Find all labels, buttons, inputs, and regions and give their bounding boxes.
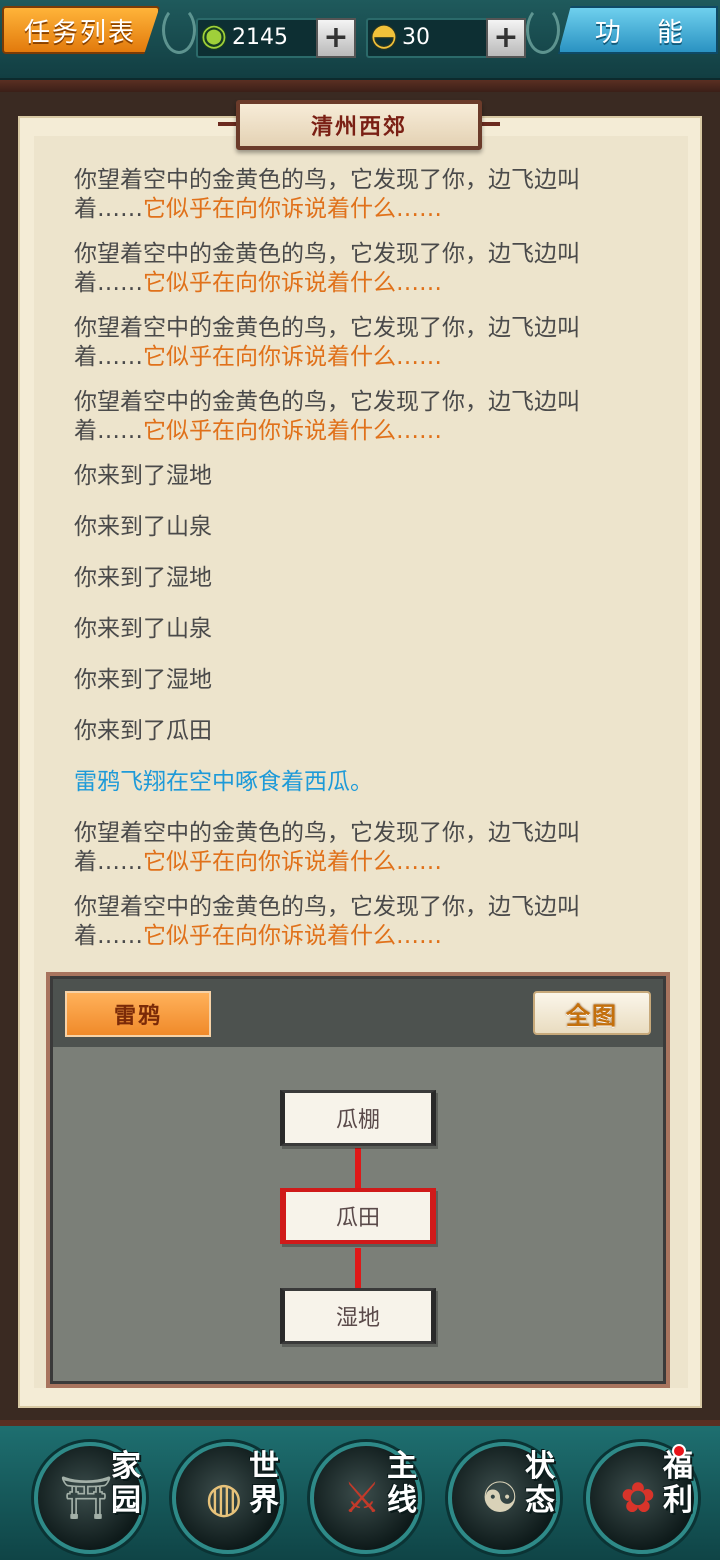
ornament-swirl-icon: [526, 6, 560, 54]
map-node-gua-tian-current[interactable]: 瓜田: [280, 1188, 436, 1244]
mini-map: 雷鸦 全图 瓜棚 瓜田 湿地: [46, 972, 670, 1388]
nav-world-label: 世界: [249, 1449, 279, 1518]
task-list-button[interactable]: 任务列表: [2, 6, 160, 54]
ornament-swirl-icon: [162, 6, 196, 54]
npc-thunder-crow-button[interactable]: 雷鸦: [65, 991, 211, 1037]
log-entry: 你望着空中的金黄色的鸟，它发现了你，边飞边叫着……它似乎在向你诉说着什么……: [74, 389, 580, 444]
log-highlight: 它似乎在向你诉说着什么……: [143, 849, 442, 875]
bottom-nav: ⛩ 家园 ◍ 世界 ⚔ 主线 ☯ 状态 ✿ 福利: [0, 1420, 720, 1560]
log-entry: 你来到了瓜田: [74, 718, 212, 744]
nav-main-quest-label: 主线: [387, 1449, 417, 1518]
nav-world-button[interactable]: ◍ 世界: [172, 1442, 284, 1554]
gold-ingot-value: 30: [402, 25, 430, 50]
location-title: 清州西郊: [310, 115, 407, 140]
log-entry: 你来到了湿地: [74, 565, 212, 591]
log-entry: 你来到了湿地: [74, 667, 212, 693]
location-title-plaque: 清州西郊: [236, 100, 482, 150]
add-jade-coin-button[interactable]: +: [316, 18, 356, 58]
log-entry: 你望着空中的金黄色的鸟，它发现了你，边飞边叫着……它似乎在向你诉说着什么……: [74, 241, 580, 296]
map-node-shi-di[interactable]: 湿地: [280, 1288, 436, 1344]
log-highlight: 它似乎在向你诉说着什么……: [143, 418, 442, 444]
map-path-link: [355, 1148, 361, 1188]
nav-welfare-label: 福利: [663, 1449, 693, 1518]
jade-coin-icon: ◉: [200, 18, 228, 53]
log-entry: 你来到了山泉: [74, 514, 212, 540]
log-entry: 你望着空中的金黄色的鸟，它发现了你，边飞边叫着……它似乎在向你诉说着什么……: [74, 315, 580, 370]
nav-status-label: 状态: [525, 1449, 555, 1518]
log-entry: 你来到了山泉: [74, 616, 212, 642]
log-entry: 你望着空中的金黄色的鸟，它发现了你，边飞边叫着……它似乎在向你诉说着什么……: [74, 167, 580, 222]
nav-welfare-button[interactable]: ✿ 福利: [586, 1442, 698, 1554]
map-node-gua-peng[interactable]: 瓜棚: [280, 1090, 436, 1146]
nav-home-button[interactable]: ⛩ 家园: [34, 1442, 146, 1554]
function-button[interactable]: 功 能: [558, 6, 718, 54]
gold-ingot-icon: ◓: [370, 18, 398, 53]
map-header: 雷鸦 全图: [53, 979, 663, 1047]
log-entry: 你望着空中的金黄色的鸟，它发现了你，边飞边叫着……它似乎在向你诉说着什么……: [74, 894, 580, 949]
log-entry-event: 雷鸦飞翔在空中啄食着西瓜。: [74, 769, 373, 795]
log-highlight: 它似乎在向你诉说着什么……: [143, 196, 442, 222]
function-label: 功 能: [594, 17, 698, 48]
notification-badge: [672, 1444, 686, 1458]
map-path-link: [355, 1248, 361, 1288]
nav-main-quest-button[interactable]: ⚔ 主线: [310, 1442, 422, 1554]
jade-coin-counter: ◉ 2145 +: [196, 18, 356, 58]
jade-coin-value: 2145: [232, 25, 288, 50]
top-bar: 任务列表 ◉ 2145 + ◓ 30 + 功 能: [0, 0, 720, 92]
log-entry: 你来到了湿地: [74, 463, 212, 489]
nav-home-label: 家园: [111, 1449, 141, 1518]
log-highlight: 它似乎在向你诉说着什么……: [143, 270, 442, 296]
gold-ingot-counter: ◓ 30 +: [366, 18, 526, 58]
log-entry: 你望着空中的金黄色的鸟，它发现了你，边飞边叫着……它似乎在向你诉说着什么……: [74, 820, 580, 875]
add-gold-ingot-button[interactable]: +: [486, 18, 526, 58]
task-list-label: 任务列表: [24, 17, 137, 48]
event-log[interactable]: 你望着空中的金黄色的鸟，它发现了你，边飞边叫着……它似乎在向你诉说着什么…… 你…: [74, 166, 634, 967]
full-map-button[interactable]: 全图: [533, 991, 651, 1035]
nav-status-button[interactable]: ☯ 状态: [448, 1442, 560, 1554]
log-highlight: 它似乎在向你诉说着什么……: [143, 344, 442, 370]
log-highlight: 它似乎在向你诉说着什么……: [143, 923, 442, 949]
